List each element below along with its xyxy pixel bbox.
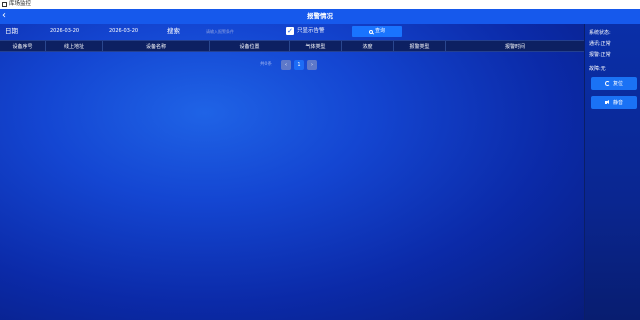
- page-number-button[interactable]: 1: [294, 60, 304, 70]
- page-title: 报警情况: [307, 12, 333, 20]
- column-header-device-no[interactable]: 设备序号: [0, 41, 46, 51]
- query-button-label: 查询: [374, 28, 385, 34]
- column-header-alarm-time[interactable]: 报警时间: [446, 41, 584, 51]
- prev-page-button[interactable]: ‹: [281, 60, 291, 70]
- column-header-device-location[interactable]: 设备位置: [210, 41, 290, 51]
- fault-status: 故障:无: [589, 66, 606, 72]
- window-title: 库场监控: [9, 1, 32, 7]
- date-end-picker[interactable]: 2026-03-20: [109, 24, 138, 39]
- column-header-device-name[interactable]: 设备名称: [103, 41, 210, 51]
- status-sidebar: 系统状态: 通讯:正常 报警:正常 故障:无 复位 静音: [584, 24, 640, 320]
- filter-bar: 日期 2026-03-20 2026-03-20 搜索 ✓ 只显示告警 查询: [0, 24, 584, 39]
- search-label: 搜索: [167, 27, 180, 35]
- reset-button[interactable]: 复位: [591, 77, 637, 90]
- total-count: 共0条: [260, 62, 272, 67]
- main-panel: 日期 2026-03-20 2026-03-20 搜索 ✓ 只显示告警 查询 设…: [0, 24, 584, 320]
- speaker-icon: [604, 100, 610, 105]
- check-icon: ✓: [287, 27, 293, 35]
- only-alarm-label[interactable]: 只显示告警: [297, 24, 325, 39]
- table-header: 设备序号 线上地址 设备名称 设备位置 气体类型 浓度 报警类型 报警时间: [0, 40, 584, 52]
- date-start-picker[interactable]: 2026-03-20: [50, 24, 79, 39]
- reset-icon: [604, 81, 610, 86]
- mute-button[interactable]: 静音: [591, 96, 637, 109]
- app-icon: [2, 2, 7, 7]
- column-header-gas-type[interactable]: 气体类型: [290, 41, 342, 51]
- mute-button-label: 静音: [612, 100, 623, 106]
- query-button[interactable]: 查询: [352, 26, 402, 37]
- search-input[interactable]: [206, 28, 266, 36]
- next-page-button[interactable]: ›: [307, 60, 317, 70]
- window-titlebar: 库场监控: [0, 0, 640, 9]
- comm-status: 通讯:正常: [589, 41, 611, 47]
- system-status-title: 系统状态:: [589, 30, 611, 36]
- column-header-concentration[interactable]: 浓度: [342, 41, 394, 51]
- column-header-address[interactable]: 线上地址: [46, 41, 103, 51]
- column-header-alarm-type[interactable]: 报警类型: [394, 41, 446, 51]
- only-alarm-checkbox[interactable]: ✓: [286, 27, 294, 35]
- reset-button-label: 复位: [612, 81, 623, 87]
- page-header: ‹ 报警情况: [0, 9, 640, 24]
- date-label: 日期: [5, 27, 18, 35]
- pagination: 共0条 ‹ 1 ›: [0, 59, 584, 71]
- search-icon: [368, 29, 373, 34]
- alarm-status: 报警:正常: [589, 52, 611, 58]
